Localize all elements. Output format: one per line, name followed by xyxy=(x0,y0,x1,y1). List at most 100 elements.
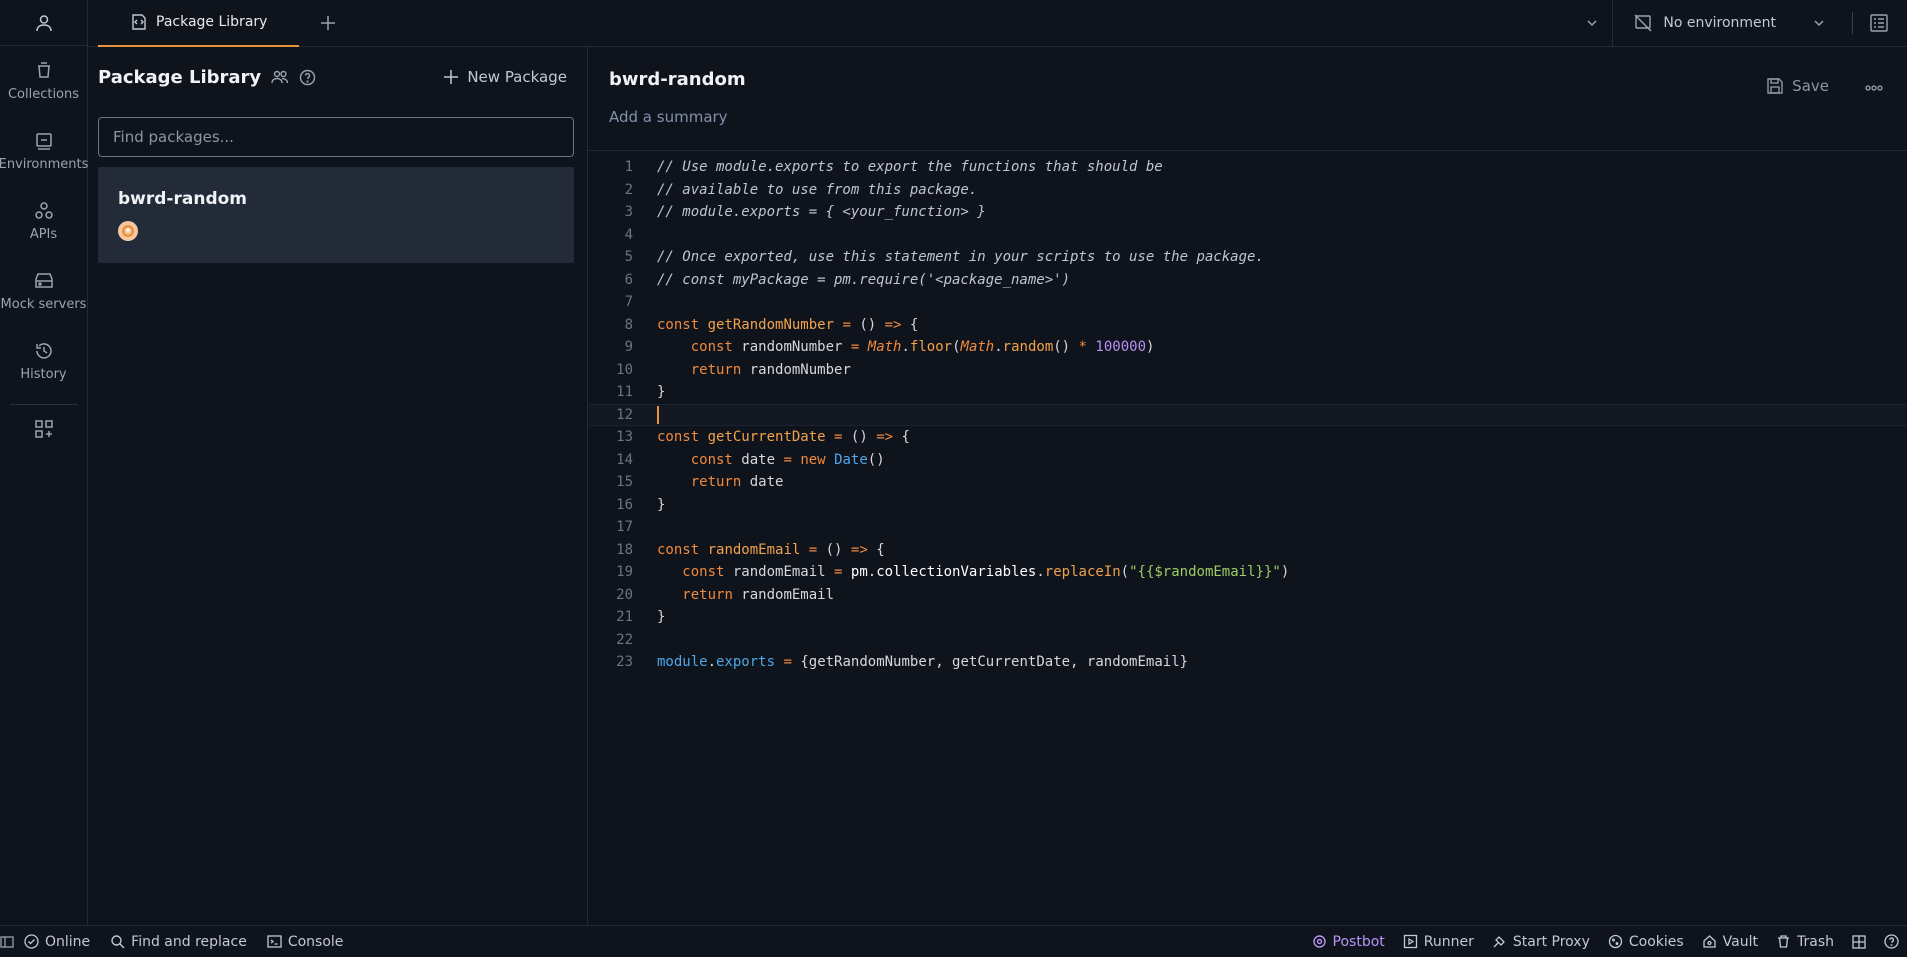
start-proxy-button[interactable]: Start Proxy xyxy=(1492,934,1590,950)
package-code-icon xyxy=(132,14,146,30)
help-icon[interactable] xyxy=(299,69,316,86)
layout-button[interactable] xyxy=(1852,934,1866,949)
chevron-down-icon xyxy=(1814,20,1824,27)
package-title[interactable]: bwrd-random xyxy=(609,69,1887,90)
start-proxy-label: Start Proxy xyxy=(1512,933,1590,950)
tab-package-library[interactable]: Package Library xyxy=(98,0,300,47)
tab-overflow-button[interactable] xyxy=(1572,16,1612,30)
code-line[interactable]: 7 xyxy=(589,291,1907,314)
sidebar-item-collections[interactable]: Collections xyxy=(0,46,87,116)
cookies-label: Cookies xyxy=(1628,933,1684,950)
line-number: 14 xyxy=(616,451,633,468)
find-replace-button[interactable]: Find and replace xyxy=(110,934,247,950)
code-text: return randomEmail xyxy=(682,586,835,603)
toggle-sidebar-button[interactable] xyxy=(0,935,14,949)
code-line[interactable]: 1 // Use module.exports to export the fun… xyxy=(589,156,1907,179)
package-editor: bwrd-random Add a summary Save 1 // Use m… xyxy=(589,47,1907,925)
search-icon xyxy=(111,935,125,949)
user-icon xyxy=(35,14,52,31)
line-number: 19 xyxy=(616,564,633,581)
postbot-button[interactable]: Postbot xyxy=(1312,934,1385,950)
sidebar-item-label: Collections xyxy=(7,86,80,102)
line-number: 12 xyxy=(616,406,633,423)
new-tab-button[interactable] xyxy=(319,14,337,32)
collections-icon xyxy=(37,61,50,78)
code-text: // available to use from this package. xyxy=(657,181,978,198)
code-line[interactable]: 15 return date xyxy=(589,471,1907,494)
app-window: Collections Environments APIs Mock serve… xyxy=(0,0,1907,957)
code-line[interactable]: 21} xyxy=(589,606,1907,629)
save-label: Save xyxy=(1792,76,1829,95)
code-line[interactable]: 6 // const myPackage = pm.require('<packa… xyxy=(589,269,1907,292)
code-line[interactable]: 10 return randomNumber xyxy=(589,359,1907,382)
owner-avatar-icon xyxy=(118,221,138,241)
package-library-header: Package Library New Package xyxy=(88,47,587,107)
configure-workbench-button[interactable] xyxy=(0,419,87,439)
search-input[interactable] xyxy=(113,128,559,146)
sidebar-item-label: APIs xyxy=(29,226,58,242)
code-line[interactable]: 19 const randomEmail = pm.collectionVari… xyxy=(589,561,1907,584)
sidebar-item-label: Mock servers xyxy=(0,296,87,312)
code-text: } xyxy=(657,609,666,626)
cookies-button[interactable]: Cookies xyxy=(1608,934,1684,950)
code-line[interactable]: 17 xyxy=(589,516,1907,539)
runner-button[interactable]: Runner xyxy=(1403,934,1474,950)
package-search-field[interactable] xyxy=(98,117,574,157)
trash-button[interactable]: Trash xyxy=(1776,934,1834,950)
line-number: 23 xyxy=(616,654,633,671)
environment-quick-look-button[interactable] xyxy=(1869,13,1907,33)
sidebar-item-mock-servers[interactable]: Mock servers xyxy=(0,256,87,326)
user-avatar-button[interactable] xyxy=(0,0,87,46)
help-button[interactable] xyxy=(1884,934,1899,949)
code-text: return date xyxy=(690,474,784,491)
sidebar-item-apis[interactable]: APIs xyxy=(0,186,87,256)
code-line[interactable]: 14 const date = new Date() xyxy=(589,449,1907,472)
code-line[interactable]: 9 const randomNumber = Math.floor(Math.r… xyxy=(589,336,1907,359)
new-package-button[interactable]: New Package xyxy=(443,68,567,86)
plus-icon xyxy=(321,16,336,30)
add-summary-field[interactable]: Add a summary xyxy=(609,108,1887,126)
top-bar: Package Library No environment xyxy=(88,0,1907,47)
line-number: 22 xyxy=(616,631,633,648)
code-line[interactable]: 18 const randomEmail = () => { xyxy=(589,539,1907,562)
code-line[interactable]: 23 module.exports = {getRandomNumber, get… xyxy=(589,651,1907,674)
code-line[interactable]: 3 // module.exports = { <your_function> } xyxy=(589,201,1907,224)
editor-header: bwrd-random Add a summary Save xyxy=(589,47,1907,151)
console-button[interactable]: Console xyxy=(267,934,343,950)
line-number: 6 xyxy=(624,271,633,288)
more-options-button[interactable] xyxy=(1861,75,1887,96)
code-line[interactable]: 22 xyxy=(589,629,1907,652)
code-line[interactable]: 13 const getCurrentDate = () => { xyxy=(589,426,1907,449)
add-widget-icon xyxy=(34,420,53,438)
code-line[interactable]: 2 // available to use from this package. xyxy=(589,179,1907,202)
console-icon xyxy=(267,935,282,948)
code-line[interactable]: 12 xyxy=(589,403,1907,426)
sidebar-item-environments[interactable]: Environments xyxy=(0,116,88,186)
code-editor[interactable]: 1 // Use module.exports to export the fun… xyxy=(589,152,1907,674)
code-line[interactable]: 5 // Once exported, use this statement in… xyxy=(589,246,1907,269)
line-number: 5 xyxy=(624,249,633,266)
line-number: 18 xyxy=(616,541,633,558)
left-rail: Collections Environments APIs Mock serve… xyxy=(0,0,88,925)
code-text: module.exports = {getRandomNumber, getCu… xyxy=(657,654,1189,671)
vault-button[interactable]: Vault xyxy=(1702,934,1758,950)
line-number: 20 xyxy=(616,586,633,603)
sidebar-item-history[interactable]: History xyxy=(0,326,87,396)
code-line[interactable]: 4 xyxy=(589,224,1907,247)
online-status[interactable]: Online xyxy=(24,934,90,950)
page-title: Package Library xyxy=(98,66,262,88)
code-line[interactable]: 11} xyxy=(589,381,1907,404)
line-number: 17 xyxy=(616,519,633,536)
save-button[interactable]: Save xyxy=(1754,77,1841,95)
environment-selector[interactable]: No environment xyxy=(1612,0,1846,47)
code-text: } xyxy=(657,384,666,401)
team-icon[interactable] xyxy=(271,69,289,85)
package-list-item[interactable]: bwrd-random xyxy=(98,167,574,263)
code-line[interactable]: 20 return randomEmail xyxy=(589,584,1907,607)
code-text: const randomEmail = () => { xyxy=(657,541,885,558)
postbot-label: Postbot xyxy=(1332,933,1385,950)
line-number: 3 xyxy=(624,204,633,221)
code-line[interactable]: 16} xyxy=(589,494,1907,517)
line-number: 9 xyxy=(624,339,633,356)
code-line[interactable]: 8 const getRandomNumber = () => { xyxy=(589,314,1907,337)
